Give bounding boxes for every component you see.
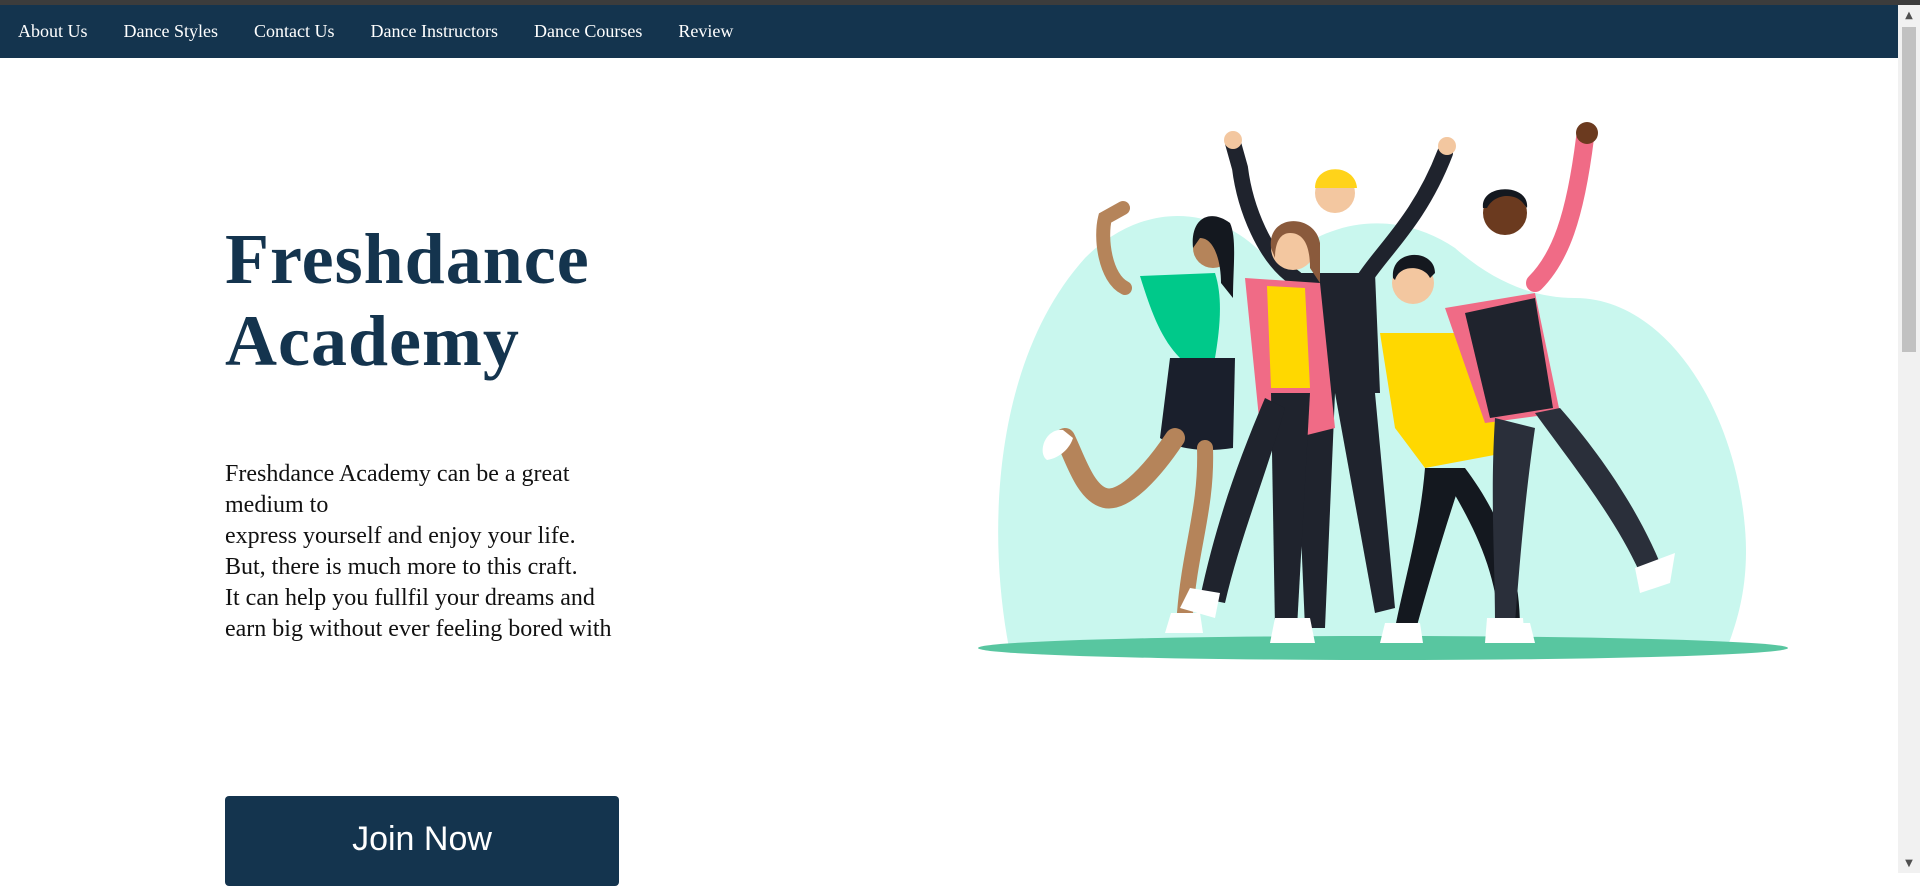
page-scrollbar[interactable]: ▲ ▼ <box>1898 5 1920 873</box>
nav-review[interactable]: Review <box>660 5 751 58</box>
dancers-illustration <box>978 122 1788 660</box>
description-line: Freshdance Academy can be a great medium… <box>225 461 570 518</box>
description-line: earn big without ever feeling bored with <box>225 616 612 642</box>
scroll-thumb[interactable] <box>1902 27 1916 352</box>
nav-contact-us[interactable]: Contact Us <box>236 5 353 58</box>
nav-about-us[interactable]: About Us <box>0 5 106 58</box>
page-title: Freshdance Academy <box>225 218 590 382</box>
hero-description: Freshdance Academy can be a great medium… <box>225 459 625 645</box>
nav-dance-courses[interactable]: Dance Courses <box>516 5 660 58</box>
scroll-up-arrow-icon[interactable]: ▲ <box>1898 5 1920 25</box>
description-line: But, there is much more to this craft. <box>225 554 578 580</box>
nav-dance-instructors[interactable]: Dance Instructors <box>353 5 516 58</box>
title-line-2: Academy <box>225 301 520 381</box>
nav-dance-styles[interactable]: Dance Styles <box>106 5 236 58</box>
description-line: It can help you fullfil your dreams and <box>225 585 595 611</box>
scroll-down-arrow-icon[interactable]: ▼ <box>1898 853 1920 873</box>
description-line: express yourself and enjoy your life. <box>225 523 576 549</box>
title-line-1: Freshdance <box>225 219 590 299</box>
top-navbar: About Us Dance Styles Contact Us Dance I… <box>0 5 1898 58</box>
